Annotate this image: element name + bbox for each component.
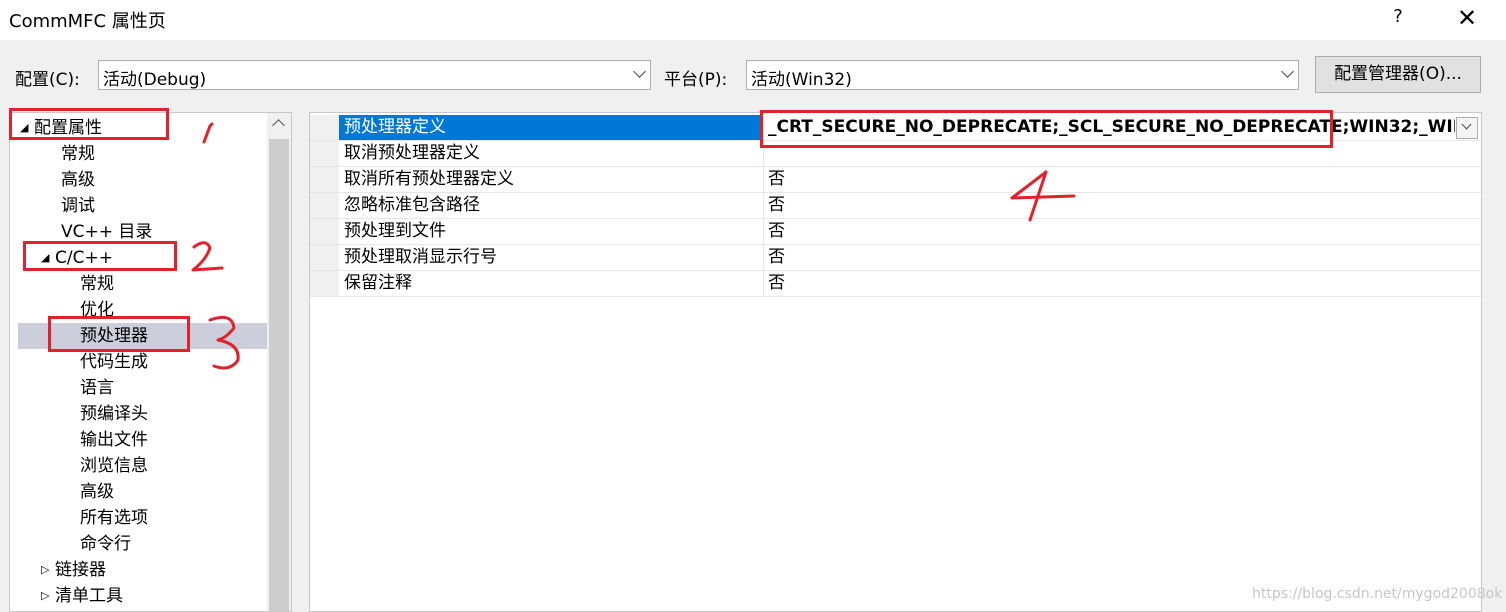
- tree-item-debugging[interactable]: 调试: [61, 193, 95, 219]
- chevron-down-icon: [1281, 65, 1294, 78]
- annotation-box-1: [9, 108, 169, 140]
- tree-item-cpp-advanced[interactable]: 高级: [80, 479, 114, 505]
- property-name: 预处理到文件: [344, 221, 446, 241]
- grid-row-keep-comments[interactable]: 保留注释 否: [310, 271, 1481, 297]
- tree-scrollbar[interactable]: [267, 113, 291, 611]
- close-button[interactable]: ✕: [1454, 4, 1480, 32]
- row-gutter: [310, 271, 339, 296]
- config-value: 活动(Debug): [103, 70, 207, 90]
- tree-item-precompiled-headers[interactable]: 预编译头: [80, 401, 148, 427]
- row-gutter: [310, 115, 339, 140]
- grid-row-preprocess-to-file[interactable]: 预处理到文件 否: [310, 219, 1481, 245]
- annotation-box-2: [23, 241, 177, 271]
- tree-item-general[interactable]: 常规: [61, 141, 95, 167]
- row-gutter: [310, 245, 339, 270]
- property-tree: ◢ 配置属性 常规 高级 调试 VC++ 目录 ◢ C/C++ 常规 优化 预处理器…: [9, 112, 292, 612]
- grid-row-ignore-standard-include[interactable]: 忽略标准包含路径 否: [310, 193, 1481, 219]
- config-label: 配置(C):: [15, 70, 80, 90]
- tree-item-language[interactable]: 语言: [80, 375, 114, 401]
- scroll-thumb[interactable]: [269, 139, 289, 611]
- tree-item-manifest-tool[interactable]: ▷ 清单工具: [41, 583, 123, 609]
- property-grid: 预处理器定义 _CRT_SECURE_NO_DEPRECATE;_SCL_SEC…: [309, 112, 1482, 612]
- title-bar: CommMFC 属性页 ? ✕: [0, 0, 1506, 40]
- config-manager-button[interactable]: 配置管理器(O)...: [1315, 56, 1481, 93]
- property-name: 取消预处理器定义: [344, 143, 480, 163]
- property-value[interactable]: 否: [763, 219, 1463, 244]
- tree-item-linker[interactable]: ▷ 链接器: [41, 557, 106, 583]
- tree-item-all-options[interactable]: 所有选项: [80, 505, 148, 531]
- property-value[interactable]: 否: [763, 167, 1463, 192]
- scroll-up-icon[interactable]: [272, 119, 285, 132]
- grid-row-suppress-line-numbers[interactable]: 预处理取消显示行号 否: [310, 245, 1481, 271]
- tree-item-label: 清单工具: [55, 586, 123, 606]
- row-gutter: [310, 219, 339, 244]
- collapsed-triangle-icon[interactable]: ▷: [41, 583, 55, 609]
- config-dropdown[interactable]: 活动(Debug): [98, 60, 651, 90]
- tree-item-command-line[interactable]: 命令行: [80, 531, 131, 557]
- row-gutter: [310, 167, 339, 192]
- tree-item-browse-information[interactable]: 浏览信息: [80, 453, 148, 479]
- tree-item-cpp-general[interactable]: 常规: [80, 271, 114, 297]
- tree-item-label: 链接器: [55, 560, 106, 580]
- property-value[interactable]: 否: [763, 193, 1463, 218]
- annotation-box-4: [760, 110, 1333, 148]
- annotation-box-3: [48, 316, 190, 352]
- watermark: https://blog.csdn.net/mygod2008ok: [1252, 586, 1503, 602]
- platform-value: 活动(Win32): [751, 70, 852, 90]
- tree-item-advanced[interactable]: 高级: [61, 167, 95, 193]
- grid-row-undefine-all[interactable]: 取消所有预处理器定义 否: [310, 167, 1481, 193]
- property-name: 预处理取消显示行号: [344, 247, 497, 267]
- help-button[interactable]: ?: [1388, 6, 1408, 27]
- property-name: 忽略标准包含路径: [344, 195, 480, 215]
- platform-label: 平台(P):: [664, 70, 728, 90]
- tree-item-output-files[interactable]: 输出文件: [80, 427, 148, 453]
- platform-dropdown[interactable]: 活动(Win32): [746, 60, 1299, 90]
- collapsed-triangle-icon[interactable]: ▷: [41, 557, 55, 583]
- chevron-down-icon: [633, 65, 646, 78]
- property-name: 预处理器定义: [339, 115, 763, 140]
- value-dropdown-button[interactable]: [1456, 117, 1478, 139]
- property-name: 取消所有预处理器定义: [344, 169, 514, 189]
- window-title: CommMFC 属性页: [9, 11, 166, 32]
- property-value[interactable]: 否: [763, 245, 1463, 270]
- row-gutter: [310, 193, 339, 218]
- row-gutter: [310, 141, 339, 166]
- tree-item-code-generation[interactable]: 代码生成: [80, 349, 148, 375]
- property-name: 保留注释: [344, 273, 412, 293]
- property-value[interactable]: 否: [763, 271, 1463, 296]
